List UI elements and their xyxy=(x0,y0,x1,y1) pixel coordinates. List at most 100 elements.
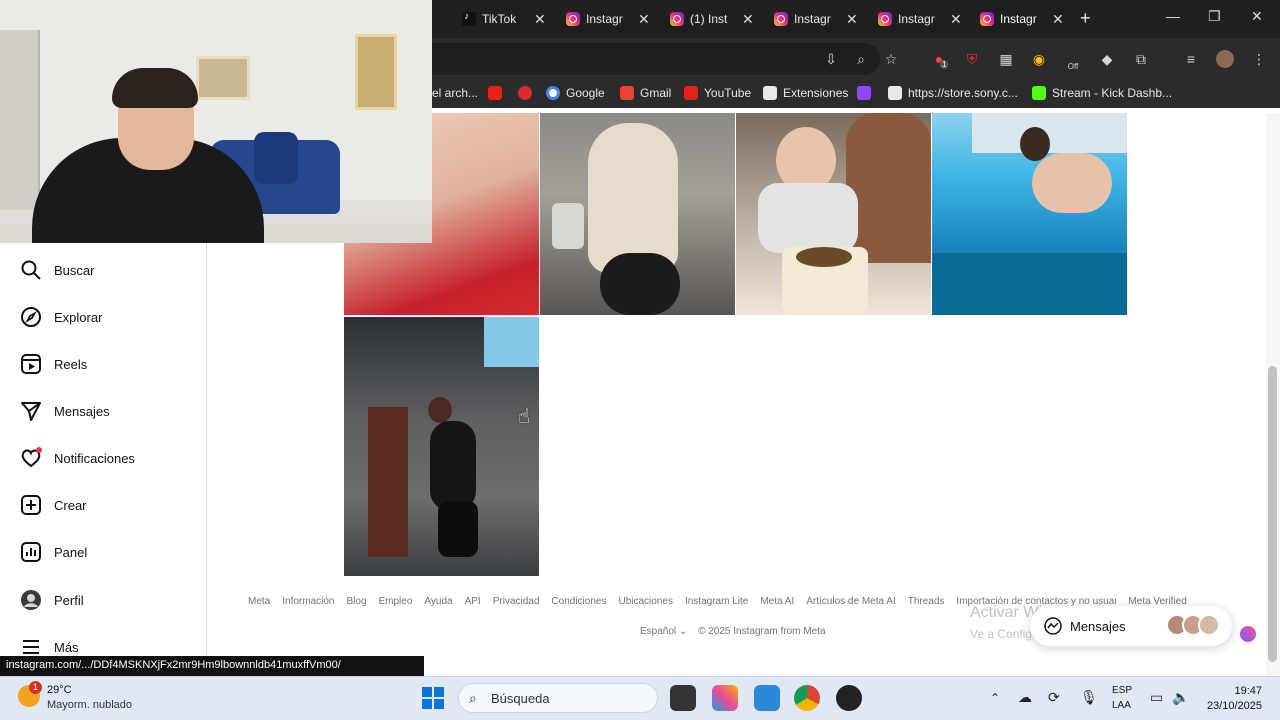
bookmark-label: YouTube xyxy=(704,86,752,100)
extension-icon-4[interactable]: ◉ xyxy=(1030,50,1048,68)
restore-button[interactable]: ❐ xyxy=(1208,8,1221,25)
tab-tiktok[interactable]: TikTok ✕ xyxy=(462,7,546,31)
sidebar-item-notificaciones[interactable]: Notificaciones xyxy=(20,447,135,469)
post-thumbnail[interactable] xyxy=(932,113,1127,315)
sync-icon[interactable]: ⟳ xyxy=(1048,689,1060,706)
post-thumbnail[interactable] xyxy=(344,317,539,576)
new-tab-button[interactable]: + xyxy=(1080,8,1091,29)
avatar xyxy=(1198,614,1220,636)
scrollbar-thumb[interactable] xyxy=(1268,366,1277,662)
bookmark-kick[interactable]: Stream - Kick Dashb... xyxy=(1032,86,1172,100)
bookmark-gmail[interactable]: Gmail xyxy=(620,86,671,100)
sidebar-item-panel[interactable]: Panel xyxy=(20,541,87,563)
install-app-icon[interactable]: ⇩ xyxy=(822,50,840,68)
media-icon[interactable]: ≡ xyxy=(1182,50,1200,68)
tab-instagram-2[interactable]: (1) Insta ✕ xyxy=(670,7,754,31)
messages-label: Mensajes xyxy=(1070,618,1126,634)
footer-link[interactable]: Meta AI xyxy=(760,596,794,607)
bookmark-extensions[interactable]: Extensiones xyxy=(763,86,848,100)
meta-ai-icon[interactable] xyxy=(1240,626,1256,642)
input-language[interactable]: ESP xyxy=(1112,685,1132,696)
microphone-icon[interactable]: 🎙 xyxy=(1080,689,1098,706)
footer-link[interactable]: Condiciones xyxy=(551,596,606,607)
network-icon[interactable]: ▭ xyxy=(1150,689,1163,706)
chevron-down-icon[interactable]: ⌄ xyxy=(679,626,690,637)
sidebar-item-crear[interactable]: Crear xyxy=(20,494,87,516)
post-thumbnail[interactable] xyxy=(540,113,735,315)
puzzle-icon[interactable]: ⧉ xyxy=(1132,50,1150,68)
sidebar-item-label: Perfil xyxy=(54,592,84,608)
close-window-button[interactable]: ✕ xyxy=(1251,8,1263,25)
close-icon[interactable]: ✕ xyxy=(846,11,858,28)
close-icon[interactable]: ✕ xyxy=(638,11,650,28)
app-icon[interactable] xyxy=(836,685,862,711)
footer-link[interactable]: Blog xyxy=(346,596,366,607)
bookmark-youtube[interactable]: YouTube xyxy=(684,86,751,100)
footer-link[interactable]: Empleo xyxy=(379,596,413,607)
sidebar-item-label: Notificaciones xyxy=(54,450,135,466)
puzzle-icon xyxy=(763,86,777,100)
search-icon xyxy=(21,260,41,280)
kebab-menu-icon[interactable]: ⋮ xyxy=(1250,50,1268,68)
chrome-icon[interactable] xyxy=(794,685,820,711)
taskbar-search[interactable]: ⌕ Búsqueda xyxy=(458,683,658,713)
webcam-cushion xyxy=(254,132,298,184)
profile-avatar-icon[interactable] xyxy=(1216,50,1234,68)
webcam-person-hair xyxy=(112,68,198,108)
close-icon[interactable]: ✕ xyxy=(742,11,754,28)
notepad-icon[interactable] xyxy=(754,685,780,711)
zoom-icon[interactable]: ⌕ xyxy=(852,50,870,68)
address-bar[interactable] xyxy=(420,43,880,75)
sidebar-item-explorar[interactable]: Explorar xyxy=(20,306,102,328)
bookmark-star-icon[interactable]: ☆ xyxy=(882,50,900,68)
bookmark-item[interactable] xyxy=(488,86,508,100)
extension-icon-3[interactable]: ▦ xyxy=(997,50,1015,68)
webcam-door xyxy=(0,30,40,210)
bookmark-item[interactable] xyxy=(518,86,538,100)
taskbar-search-placeholder: Búsqueda xyxy=(491,690,550,706)
extension-off-badge[interactable]: Off xyxy=(1064,58,1082,76)
bookmark-item[interactable] xyxy=(857,86,877,100)
footer-link[interactable]: Artículos de Meta AI xyxy=(806,596,896,607)
volume-icon[interactable]: 🔈 xyxy=(1172,689,1189,706)
onedrive-icon[interactable]: ☁ xyxy=(1018,689,1032,706)
instagram-icon xyxy=(566,12,580,26)
sidebar-item-mas[interactable]: Más xyxy=(20,636,79,658)
bookmark-google[interactable]: Google xyxy=(546,86,605,100)
tab-instagram-4[interactable]: Instagr ✕ xyxy=(878,7,962,31)
sidebar-item-perfil[interactable]: Perfil xyxy=(20,589,84,611)
footer-link[interactable]: Instagram Lite xyxy=(685,596,748,607)
close-icon[interactable]: ✕ xyxy=(534,11,546,28)
bookmark-sony[interactable]: https://store.sony.c... xyxy=(888,86,1018,100)
minimize-button[interactable]: — xyxy=(1166,8,1180,24)
bookmark-item[interactable]: el arch... xyxy=(432,86,478,100)
footer-link[interactable]: API xyxy=(465,596,481,607)
tab-instagram-active[interactable]: Instagr ✕ xyxy=(980,7,1064,31)
tab-title: Instagr xyxy=(898,12,935,26)
close-icon[interactable]: ✕ xyxy=(1052,11,1064,28)
instagram-icon xyxy=(670,12,684,26)
footer-link[interactable]: Privacidad xyxy=(493,596,540,607)
clock-time[interactable]: 19:47 xyxy=(1206,685,1262,697)
extension-icon-6[interactable]: ◆ xyxy=(1098,50,1116,68)
task-view-icon[interactable] xyxy=(670,685,696,711)
footer-link[interactable]: Ubicaciones xyxy=(618,596,672,607)
windows-start-icon[interactable] xyxy=(422,687,444,709)
language-select[interactable]: Español xyxy=(640,626,676,637)
chevron-up-icon[interactable]: ⌃ xyxy=(990,691,1000,705)
copilot-icon[interactable] xyxy=(712,685,738,711)
shield-icon[interactable]: ⛨ xyxy=(963,50,981,68)
tab-instagram-3[interactable]: Instagr ✕ xyxy=(774,7,858,31)
messages-floating-button[interactable]: Mensajes xyxy=(1030,606,1232,646)
close-icon[interactable]: ✕ xyxy=(950,11,962,28)
sidebar-item-mensajes[interactable]: Mensajes xyxy=(20,400,110,422)
sidebar-item-buscar[interactable]: Buscar xyxy=(20,259,94,281)
footer-link[interactable]: Meta xyxy=(248,596,270,607)
sidebar-item-reels[interactable]: Reels xyxy=(20,353,87,375)
footer-link[interactable]: Información xyxy=(282,596,334,607)
footer-link[interactable]: Threads xyxy=(908,596,945,607)
tab-instagram-1[interactable]: Instagr ✕ xyxy=(566,7,650,31)
footer-link[interactable]: Ayuda xyxy=(424,596,452,607)
post-thumbnail[interactable] xyxy=(736,113,931,315)
weather-temp[interactable]: 29°C xyxy=(47,684,72,696)
